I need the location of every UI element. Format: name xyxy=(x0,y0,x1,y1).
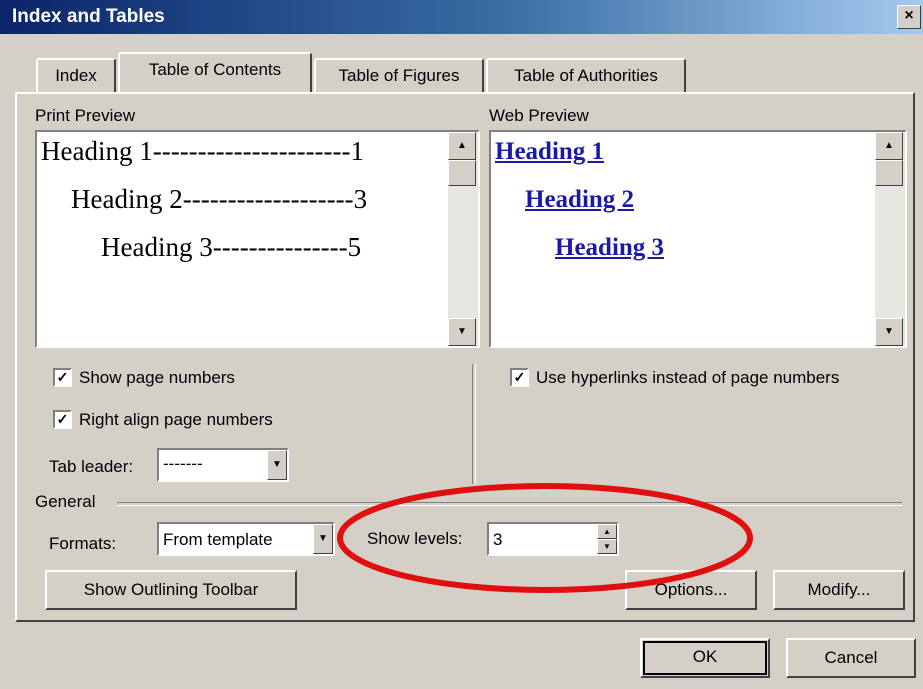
cancel-button[interactable]: Cancel xyxy=(786,638,916,678)
use-hyperlinks-checkbox[interactable]: ✓ xyxy=(510,368,529,387)
formats-select[interactable]: From template ▼ xyxy=(157,522,335,556)
title-bar: Index and Tables × xyxy=(0,0,923,34)
tab-table-of-figures[interactable]: Table of Figures xyxy=(314,58,484,92)
web-preview-box: Heading 1 Heading 2 Heading 3 ▲ ▼ xyxy=(489,130,907,348)
tab-leader-value: ------- xyxy=(163,454,203,473)
tab-leader-select[interactable]: ------- ▼ xyxy=(157,448,289,482)
tab-panel: Print Preview Heading 1 ----------------… xyxy=(15,92,915,622)
print-preview-line: Heading 3 --------------- 5 xyxy=(101,232,362,262)
right-align-label: Right align page numbers xyxy=(79,410,273,429)
close-icon[interactable]: × xyxy=(897,5,921,29)
print-preview-box: Heading 1 ---------------------- 1 Headi… xyxy=(35,130,480,348)
chevron-down-icon[interactable]: ▼ xyxy=(313,524,333,554)
tab-leader-label: Tab leader: xyxy=(49,457,134,476)
ok-button[interactable]: OK xyxy=(640,638,770,678)
spin-up-icon[interactable]: ▲ xyxy=(597,524,617,539)
column-divider xyxy=(472,364,476,484)
scroll-up-icon[interactable]: ▲ xyxy=(448,132,476,160)
show-levels-value[interactable]: 3 xyxy=(493,530,502,550)
show-outlining-toolbar-button[interactable]: Show Outlining Toolbar xyxy=(45,570,297,610)
show-page-numbers-label: Show page numbers xyxy=(79,368,235,387)
print-preview-scrollbar[interactable]: ▲ ▼ xyxy=(448,132,478,346)
spin-down-icon[interactable]: ▼ xyxy=(597,539,617,554)
chevron-down-icon[interactable]: ▼ xyxy=(267,450,287,480)
tab-table-of-contents[interactable]: Table of Contents xyxy=(118,52,312,92)
right-align-checkbox[interactable]: ✓ xyxy=(53,410,72,429)
scroll-down-icon[interactable]: ▼ xyxy=(448,318,476,346)
general-label: General xyxy=(35,492,96,511)
formats-value: From template xyxy=(163,530,273,549)
web-preview-scrollbar[interactable]: ▲ ▼ xyxy=(875,132,905,346)
show-page-numbers-checkbox[interactable]: ✓ xyxy=(53,368,72,387)
web-preview-link[interactable]: Heading 3 xyxy=(555,234,664,262)
print-preview-line: Heading 2 ------------------- 3 xyxy=(71,184,368,214)
window-title: Index and Tables xyxy=(12,6,165,27)
options-button[interactable]: Options... xyxy=(625,570,757,610)
web-preview-link[interactable]: Heading 2 xyxy=(525,186,634,214)
show-levels-spinner[interactable]: 3 ▲ ▼ xyxy=(487,522,619,556)
tab-table-of-authorities[interactable]: Table of Authorities xyxy=(486,58,686,92)
general-divider xyxy=(117,502,902,506)
scroll-down-icon[interactable]: ▼ xyxy=(875,318,903,346)
print-preview-line: Heading 1 ---------------------- 1 xyxy=(41,136,365,166)
use-hyperlinks-label: Use hyperlinks instead of page numbers xyxy=(536,368,840,387)
formats-label: Formats: xyxy=(49,534,117,553)
web-preview-link[interactable]: Heading 1 xyxy=(495,138,604,166)
scroll-up-icon[interactable]: ▲ xyxy=(875,132,903,160)
tab-index[interactable]: Index xyxy=(36,58,116,92)
show-levels-label: Show levels: xyxy=(367,529,463,548)
scroll-thumb[interactable] xyxy=(875,160,903,186)
print-preview-label: Print Preview xyxy=(35,106,136,125)
modify-button[interactable]: Modify... xyxy=(773,570,905,610)
web-preview-label: Web Preview xyxy=(489,106,589,125)
scroll-thumb[interactable] xyxy=(448,160,476,186)
